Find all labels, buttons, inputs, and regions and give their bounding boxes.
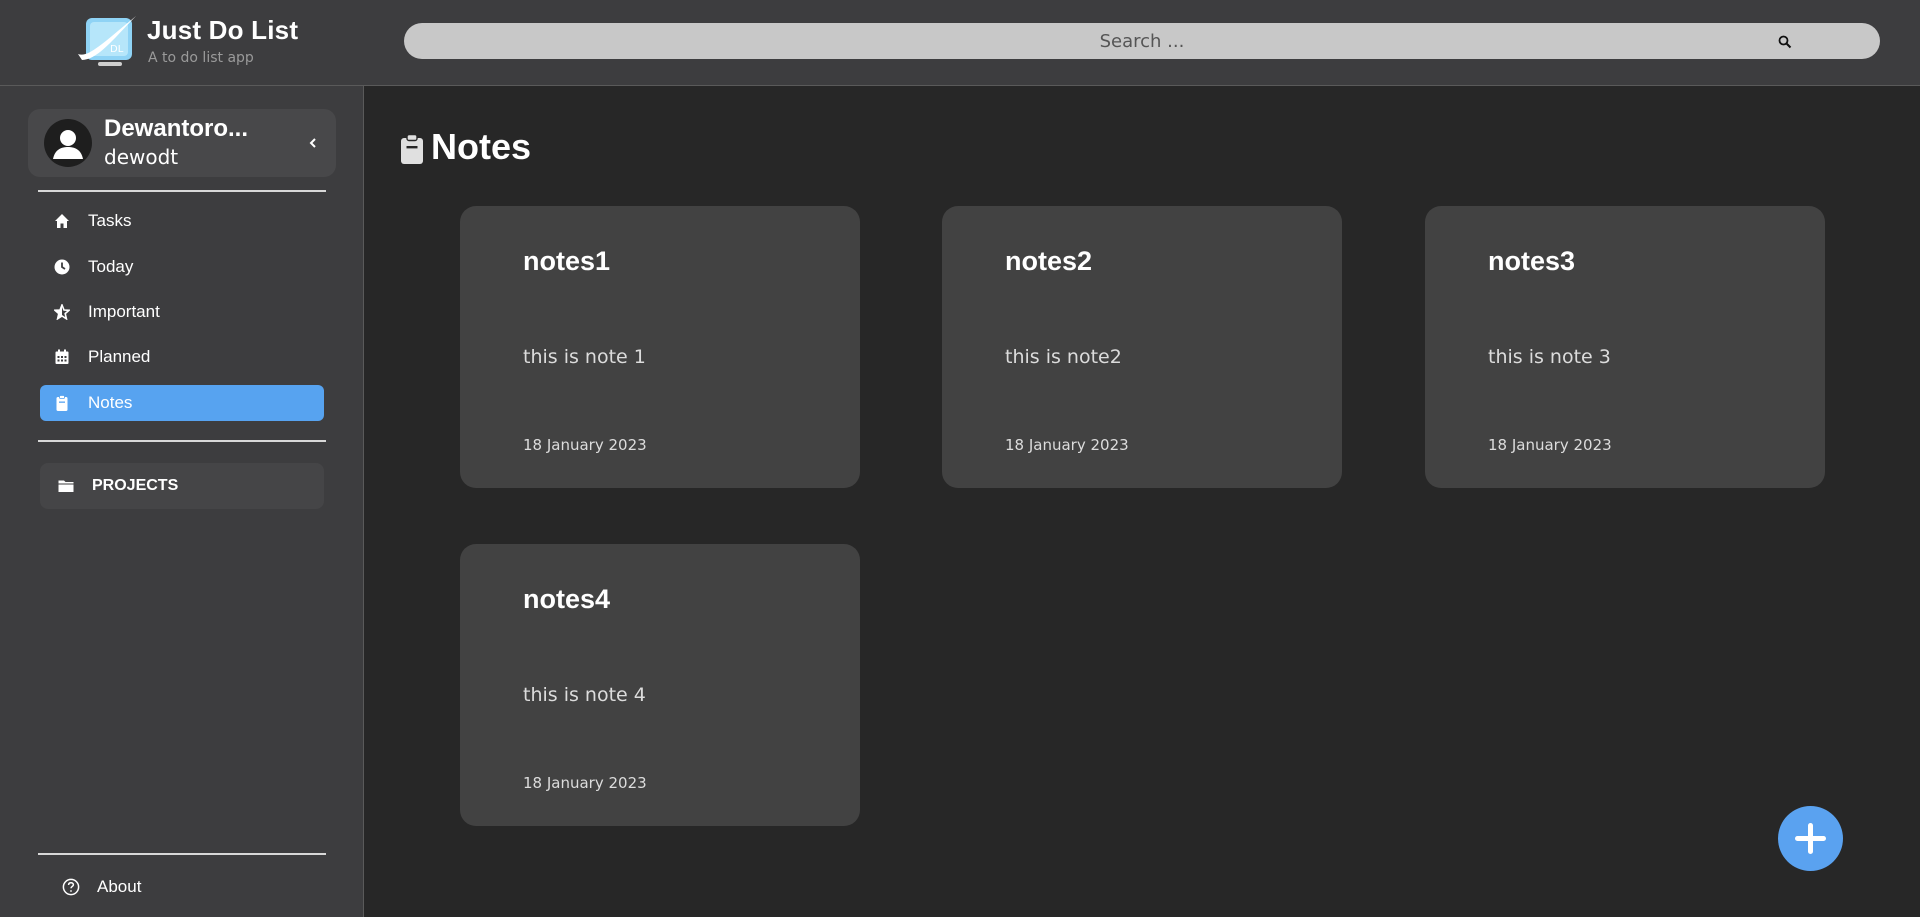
- note-card[interactable]: notes2 this is note2 18 January 2023: [942, 206, 1342, 488]
- sidebar-item-tasks[interactable]: Tasks: [40, 203, 324, 239]
- avatar: [44, 119, 92, 167]
- note-title: notes3: [1488, 246, 1576, 276]
- note-body: this is note2: [1005, 346, 1122, 368]
- user-name: Dewantoro...: [104, 115, 249, 142]
- sidebar-item-important[interactable]: Important: [40, 294, 324, 330]
- calendar-icon: [54, 349, 70, 365]
- app-subtitle: A to do list app: [148, 50, 254, 66]
- note-card[interactable]: notes3 this is note 3 18 January 2023: [1425, 206, 1825, 488]
- sidebar-item-label: Important: [88, 302, 160, 321]
- logo-text: DL: [110, 44, 124, 55]
- sidebar-item-today[interactable]: Today: [40, 249, 324, 285]
- app-title: Just Do List: [147, 15, 299, 45]
- clipboard-icon: [400, 133, 424, 164]
- search-icon[interactable]: [1778, 34, 1792, 49]
- app-logo[interactable]: DL: [76, 14, 140, 70]
- sidebar-item-label: Today: [88, 257, 134, 276]
- sidebar-item-label: Tasks: [88, 211, 132, 230]
- search-input[interactable]: [404, 23, 1880, 59]
- note-card[interactable]: notes1 this is note 1 18 January 2023: [460, 206, 860, 488]
- divider: [38, 853, 326, 855]
- user-handle: dewodt: [104, 145, 179, 169]
- note-title: notes1: [523, 246, 611, 276]
- note-date: 18 January 2023: [523, 774, 647, 792]
- projects-label: PROJECTS: [92, 477, 179, 494]
- logo-icon: DL: [78, 16, 136, 66]
- clipboard-icon: [54, 395, 70, 411]
- chevron-left-icon: [309, 138, 316, 148]
- note-date: 18 January 2023: [1005, 436, 1129, 454]
- sidebar: Dewantoro... dewodt Tasks Today Importan…: [0, 86, 364, 917]
- clock-icon: [54, 259, 70, 275]
- app-header: DL Just Do List A to do list app: [0, 0, 1920, 86]
- user-card[interactable]: Dewantoro... dewodt: [28, 109, 336, 177]
- divider: [38, 190, 326, 192]
- sidebar-item-planned[interactable]: Planned: [40, 339, 324, 375]
- plus-icon: [1795, 823, 1826, 854]
- projects-section[interactable]: PROJECTS: [40, 463, 324, 509]
- search-bar: [404, 23, 1880, 59]
- divider: [38, 440, 326, 442]
- collapse-sidebar-button[interactable]: [304, 133, 322, 153]
- note-title: notes4: [523, 584, 611, 614]
- sidebar-item-label: Planned: [88, 347, 151, 366]
- note-date: 18 January 2023: [523, 436, 647, 454]
- star-icon: [52, 302, 72, 321]
- add-note-button[interactable]: [1778, 806, 1843, 871]
- note-body: this is note 3: [1488, 346, 1611, 368]
- sidebar-item-label: Notes: [88, 393, 133, 412]
- help-icon: [62, 878, 80, 896]
- note-body: this is note 4: [523, 684, 646, 706]
- note-body: this is note 1: [523, 346, 646, 368]
- about-label: About: [97, 877, 142, 896]
- note-card[interactable]: notes4 this is note 4 18 January 2023: [460, 544, 860, 826]
- folder-icon: [58, 478, 74, 492]
- page-title: Notes: [431, 126, 532, 167]
- about-link[interactable]: About: [50, 874, 250, 902]
- home-icon: [54, 213, 70, 229]
- sidebar-item-notes[interactable]: Notes: [40, 385, 324, 421]
- note-title: notes2: [1005, 246, 1093, 276]
- user-icon: [53, 130, 83, 159]
- note-date: 18 January 2023: [1488, 436, 1612, 454]
